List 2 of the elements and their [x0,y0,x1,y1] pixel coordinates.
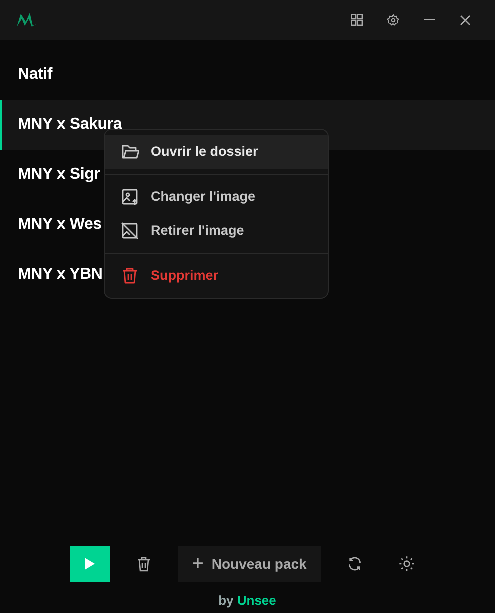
credit-text: by Unsee [218,592,278,610]
plus-icon: + [192,549,204,579]
